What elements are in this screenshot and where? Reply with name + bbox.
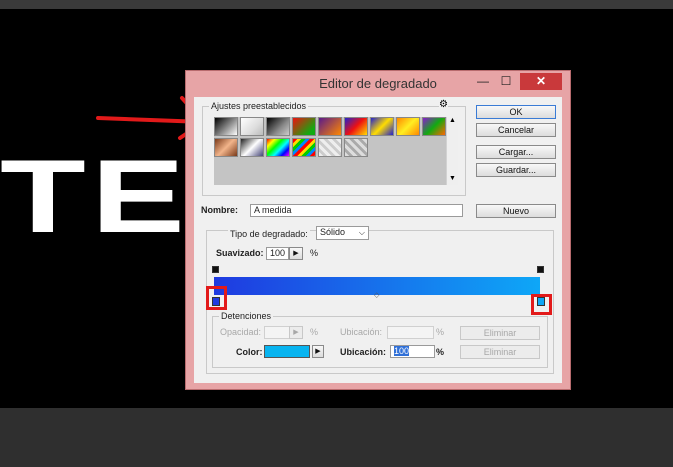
chevron-up-icon[interactable]: ▲ <box>449 117 456 124</box>
color-location-field[interactable]: 100 <box>390 345 435 358</box>
annotation-box-right-stop <box>531 294 552 315</box>
stops-legend: Detenciones <box>219 310 274 322</box>
midpoint-diamond-icon[interactable]: ◇ <box>374 291 379 299</box>
annotation-box-left-stop <box>206 286 227 310</box>
cancel-button[interactable]: Cancelar <box>476 123 556 137</box>
preset-swatch[interactable] <box>370 117 394 136</box>
presets-legend: Ajustes preestablecidos <box>209 100 309 112</box>
gear-icon[interactable]: ⚙ <box>439 99 448 111</box>
bottom-strip <box>0 408 673 467</box>
preset-swatch[interactable] <box>344 138 368 157</box>
preset-swatch[interactable] <box>318 117 342 136</box>
preset-swatch[interactable] <box>292 138 316 157</box>
name-label: Nombre: <box>201 205 239 215</box>
preset-swatch[interactable] <box>318 138 342 157</box>
minimize-button[interactable]: — <box>472 73 494 90</box>
opacity-unit: % <box>310 327 319 337</box>
maximize-button[interactable]: ☐ <box>494 73 518 90</box>
smoothness-field[interactable]: 100 <box>266 247 289 260</box>
chevron-down-icon[interactable]: ▼ <box>449 175 456 182</box>
preset-swatch[interactable] <box>240 138 264 157</box>
opacity-field[interactable] <box>264 326 291 339</box>
color-location-label: Ubicación: <box>340 347 387 357</box>
dialog-body: Ajustes preestablecidos ⚙ ▲ ▼ OK Cancela… <box>194 97 562 383</box>
gradient-type-select[interactable]: Sólido ⌵ <box>316 226 369 240</box>
gradient-type-value: Sólido <box>320 227 346 237</box>
opacity-stop-right[interactable] <box>537 266 544 273</box>
preset-swatch[interactable] <box>214 138 238 157</box>
presets-scrollbar[interactable]: ▲ ▼ <box>446 117 458 185</box>
smoothness-label: Suavizado: <box>216 248 264 258</box>
chevron-down-icon: ⌵ <box>358 228 365 237</box>
preset-swatch[interactable] <box>266 138 290 157</box>
preset-swatch[interactable] <box>422 117 446 136</box>
smoothness-flyout-button[interactable]: ▶ <box>289 247 303 260</box>
preset-swatch[interactable] <box>240 117 264 136</box>
delete-color-stop-button[interactable]: Eliminar <box>460 345 540 359</box>
gradient-editor-dialog: Editor de degradado — ☐ ✕ Ajustes preest… <box>186 71 570 389</box>
ok-button[interactable]: OK <box>476 105 556 119</box>
preset-swatch[interactable] <box>396 117 420 136</box>
save-button[interactable]: Guardar... <box>476 163 556 177</box>
preset-swatch[interactable] <box>214 117 238 136</box>
opacity-location-field[interactable] <box>387 326 434 339</box>
opacity-label: Opacidad: <box>220 327 262 337</box>
top-strip <box>0 0 673 9</box>
name-field[interactable]: A medida <box>250 204 463 217</box>
color-location-value: 100 <box>394 346 410 356</box>
new-button[interactable]: Nuevo <box>476 204 556 218</box>
close-button[interactable]: ✕ <box>520 73 562 90</box>
gradient-type-label: Tipo de degradado: <box>228 228 310 240</box>
smoothness-unit: % <box>310 248 319 258</box>
opacity-location-unit: % <box>436 327 445 337</box>
preset-swatch[interactable] <box>266 117 290 136</box>
opacity-stop-left[interactable] <box>212 266 219 273</box>
preset-swatch-grid[interactable] <box>214 117 446 185</box>
opacity-location-label: Ubicación: <box>340 327 383 337</box>
opacity-flyout-button[interactable]: ▶ <box>289 326 303 339</box>
preset-swatch[interactable] <box>292 117 316 136</box>
color-flyout-button[interactable]: ▶ <box>312 345 324 358</box>
color-swatch[interactable] <box>264 345 310 358</box>
color-location-unit: % <box>436 347 445 357</box>
title-bar[interactable]: Editor de degradado — ☐ ✕ <box>186 71 570 97</box>
delete-opacity-stop-button[interactable]: Eliminar <box>460 326 540 340</box>
preset-swatch[interactable] <box>344 117 368 136</box>
stops-group: Detenciones <box>212 310 548 368</box>
load-button[interactable]: Cargar... <box>476 145 556 159</box>
color-label: Color: <box>236 347 263 357</box>
